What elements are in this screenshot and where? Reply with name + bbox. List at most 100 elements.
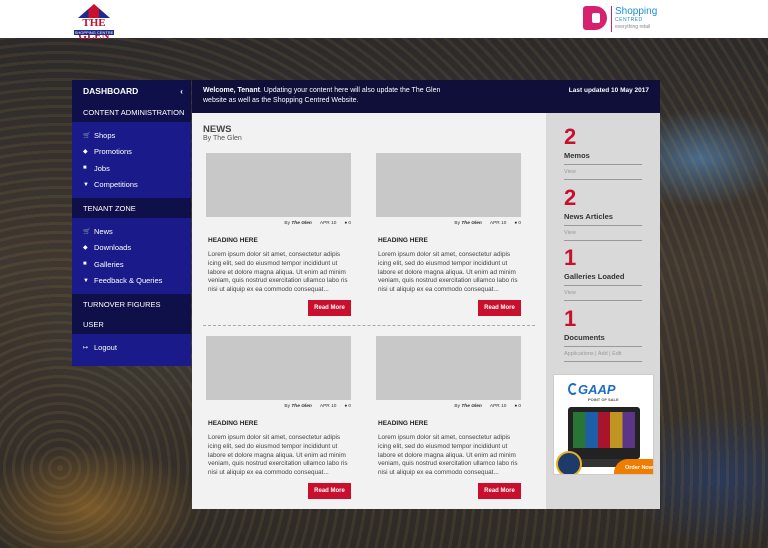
stat-news-articles: 2 News Articles View: [564, 186, 642, 241]
comment-count: 0: [348, 404, 351, 409]
stat-view-link[interactable]: View: [564, 169, 642, 175]
dashboard-title[interactable]: DASHBOARD: [83, 86, 138, 96]
read-more-button[interactable]: Read More: [478, 483, 521, 499]
sidebar-item-label: Shops: [94, 130, 116, 140]
divider: [564, 346, 642, 347]
sidebar-item-downloads[interactable]: ◆ Downloads: [72, 240, 191, 257]
divider: [564, 361, 642, 362]
page-title: NEWS: [203, 124, 232, 135]
trophy-icon: ▼: [83, 181, 89, 188]
logo-divider: [611, 6, 612, 32]
news-card: By The Glen APR 10 ●0 HEADING HERE Lorem i…: [373, 153, 521, 316]
author-prefix: By: [454, 404, 460, 409]
stat-count: 1: [564, 245, 577, 270]
sidebar-item-feedback[interactable]: ▼ Feedback & Queries: [72, 273, 191, 290]
author: The Glen: [291, 404, 312, 409]
divider: [564, 240, 642, 241]
stat-documents: 1 Documents Applications | Add | Edit: [564, 307, 642, 362]
stat-count: 1: [564, 306, 577, 331]
logout-link[interactable]: ↦ Logout: [72, 339, 191, 356]
tag-icon: ◆: [83, 245, 88, 252]
chevron-left-icon[interactable]: ‹: [180, 86, 183, 96]
author: The Glen: [291, 221, 312, 226]
divider: [564, 300, 642, 301]
divider: [564, 285, 642, 286]
card-meta: By The Glen APR 10 ●0: [203, 404, 351, 409]
card-heading: HEADING HERE: [208, 420, 258, 427]
read-more-button[interactable]: Read More: [308, 483, 351, 499]
read-more-button[interactable]: Read More: [308, 300, 351, 316]
ad-tagline: POINT OF SALE: [588, 397, 619, 402]
stat-view-link[interactable]: View: [564, 230, 642, 236]
news-card: By The Glen APR 10 ●0 HEADING HERE Lorem i…: [203, 153, 351, 316]
card-heading: HEADING HERE: [378, 237, 428, 244]
welcome-name: Welcome, Tenant: [203, 87, 260, 94]
shopping-centred-logo[interactable]: Shopping CENTRED everything retail: [583, 6, 663, 32]
card-body: Lorem ipsum dolor sit amet, consectetur …: [378, 434, 518, 477]
comment-count: 0: [518, 404, 521, 409]
document-actions-links[interactable]: Applications | Add | Edit: [564, 351, 642, 357]
cart-icon: 🛒: [83, 132, 91, 139]
sidebar-header: DASHBOARD ‹: [72, 80, 191, 102]
card-body: Lorem ipsum dolor sit amet, consectetur …: [208, 434, 348, 477]
comment-icon: ●: [344, 404, 348, 409]
sidebar-item-competitions[interactable]: ▼ Competitions: [72, 177, 191, 194]
image-placeholder[interactable]: [376, 336, 521, 400]
tenant-zone-menu: 🛒 News ◆ Downloads ■ Galleries ▼ Feedback & …: [72, 218, 191, 294]
cart-icon: 🛒: [83, 228, 91, 235]
page-subtitle: By The Glen: [203, 135, 242, 142]
read-more-button[interactable]: Read More: [478, 300, 521, 316]
sidebar-item-label: Feedback & Queries: [94, 276, 163, 286]
sidebar-item-label: News: [94, 226, 113, 236]
image-placeholder[interactable]: [206, 336, 351, 400]
sidebar-item-user[interactable]: USER: [72, 314, 191, 334]
the-glen-logo[interactable]: THE GLEN SHOPPING CENTRE: [72, 2, 116, 42]
sidebar-item-promotions[interactable]: ◆ Promotions: [72, 144, 191, 161]
date: APR 10: [319, 221, 337, 226]
divider: [564, 179, 642, 180]
news-card: By The Glen APR 10 ●0 HEADING HERE Lorem i…: [203, 336, 351, 499]
gaap-logo-icon: [568, 383, 578, 395]
order-now-button[interactable]: Order Now: [614, 459, 653, 474]
logo-subtitle: SHOPPING CENTRE: [74, 30, 114, 35]
stat-memos: 2 Memos View: [564, 125, 642, 180]
stat-label: Memos: [564, 151, 590, 160]
sidebar-item-jobs[interactable]: ■ Jobs: [72, 160, 191, 177]
logout-label: Logout: [94, 342, 117, 352]
sidebar-item-turnover-figures[interactable]: TURNOVER FIGURES: [72, 294, 191, 314]
briefcase-icon: ■: [83, 261, 87, 268]
pos-screen: [573, 412, 635, 448]
comment-icon: ●: [514, 221, 518, 226]
comment-count: 0: [348, 221, 351, 226]
author: The Glen: [461, 221, 482, 226]
image-placeholder[interactable]: [206, 153, 351, 217]
trophy-icon: ▼: [83, 277, 89, 284]
sidebar-item-label: Jobs: [94, 163, 110, 173]
comment-icon: ●: [514, 404, 518, 409]
stat-view-link[interactable]: View: [564, 290, 642, 296]
image-placeholder[interactable]: [376, 153, 521, 217]
sidebar-item-label: Downloads: [94, 243, 132, 253]
tag-icon: ◆: [83, 149, 88, 156]
card-heading: HEADING HERE: [378, 420, 428, 427]
stat-count: 2: [564, 124, 577, 149]
sidebar-item-news[interactable]: 🛒 News: [72, 223, 191, 240]
sidebar: DASHBOARD ‹ CONTENT ADMINISTRATION 🛒 Shop…: [72, 80, 191, 366]
card-body: Lorem ipsum dolor sit amet, consectetur …: [378, 251, 518, 294]
gaap-advert[interactable]: GAAP POINT OF SALE Order Now: [553, 374, 654, 475]
divider: [564, 164, 642, 165]
divider: [203, 325, 535, 326]
briefcase-icon: ■: [83, 165, 87, 172]
date: APR 10: [489, 221, 507, 226]
logo-name: THE GLEN: [78, 17, 110, 42]
author: The Glen: [461, 404, 482, 409]
section-tenant-zone: TENANT ZONE: [72, 198, 191, 218]
sidebar-item-galleries[interactable]: ■ Galleries: [72, 256, 191, 273]
comment-icon: ●: [344, 221, 348, 226]
content-admin-menu: 🛒 Shops ◆ Promotions ■ Jobs ▼ Competitions: [72, 122, 191, 198]
stat-label: Galleries Loaded: [564, 272, 625, 281]
top-header: THE GLEN SHOPPING CENTRE Shopping CENTRE…: [0, 0, 768, 42]
sidebar-item-shops[interactable]: 🛒 Shops: [72, 127, 191, 144]
last-updated: Last updated 10 May 2017: [568, 87, 649, 94]
section-content-administration: CONTENT ADMINISTRATION: [72, 102, 191, 122]
